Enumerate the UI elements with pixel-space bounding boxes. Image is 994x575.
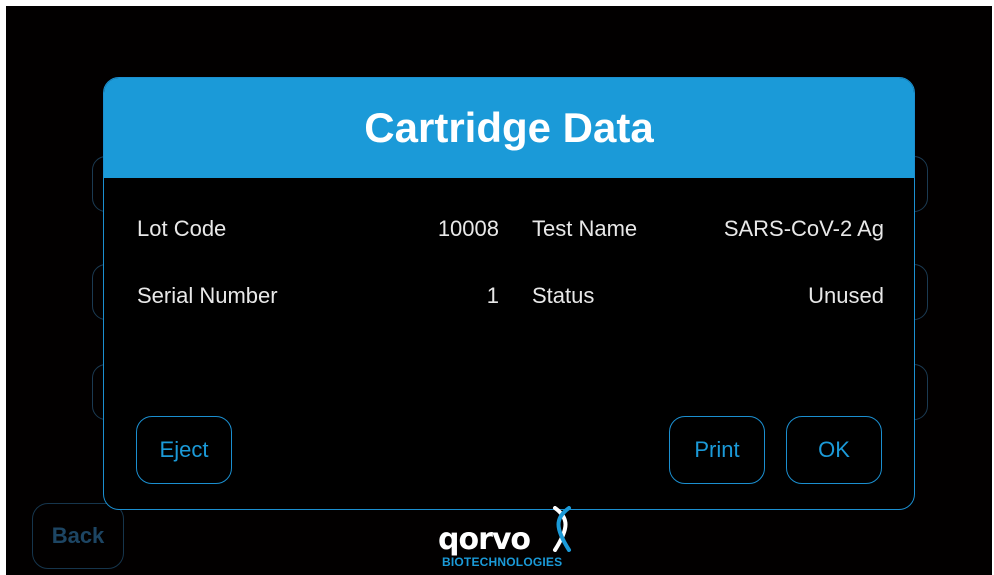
test-name-value: SARS-CoV-2 Ag bbox=[723, 216, 884, 241]
status-label: Status bbox=[532, 283, 595, 308]
brand-subtitle: BIOTECHNOLOGIES bbox=[442, 555, 563, 569]
serial-number-value: 1 bbox=[486, 283, 499, 308]
test-name-label: Test Name bbox=[532, 216, 638, 241]
cartridge-data-dialog: Cartridge Data Lot Code 10008 Test Name … bbox=[103, 77, 915, 510]
eject-button[interactable]: Eject bbox=[136, 416, 232, 484]
status-value: Unused bbox=[808, 283, 884, 308]
dialog-header: Cartridge Data bbox=[104, 78, 914, 178]
back-button: Back bbox=[32, 503, 124, 569]
device-screen: Back Cartridge Data Lot Code 10008 Test … bbox=[6, 6, 992, 575]
lot-code-value: 10008 bbox=[437, 216, 499, 241]
brand-logo: qorvo BIOTECHNOLOGIES bbox=[438, 506, 578, 570]
print-button[interactable]: Print bbox=[669, 416, 765, 484]
ok-button[interactable]: OK bbox=[786, 416, 882, 484]
lot-code-label: Lot Code bbox=[137, 216, 227, 241]
dna-helix-icon bbox=[553, 506, 571, 552]
serial-number-label: Serial Number bbox=[137, 283, 278, 308]
brand-wordmark: qorvo bbox=[438, 522, 531, 557]
dialog-title: Cartridge Data bbox=[364, 104, 654, 151]
